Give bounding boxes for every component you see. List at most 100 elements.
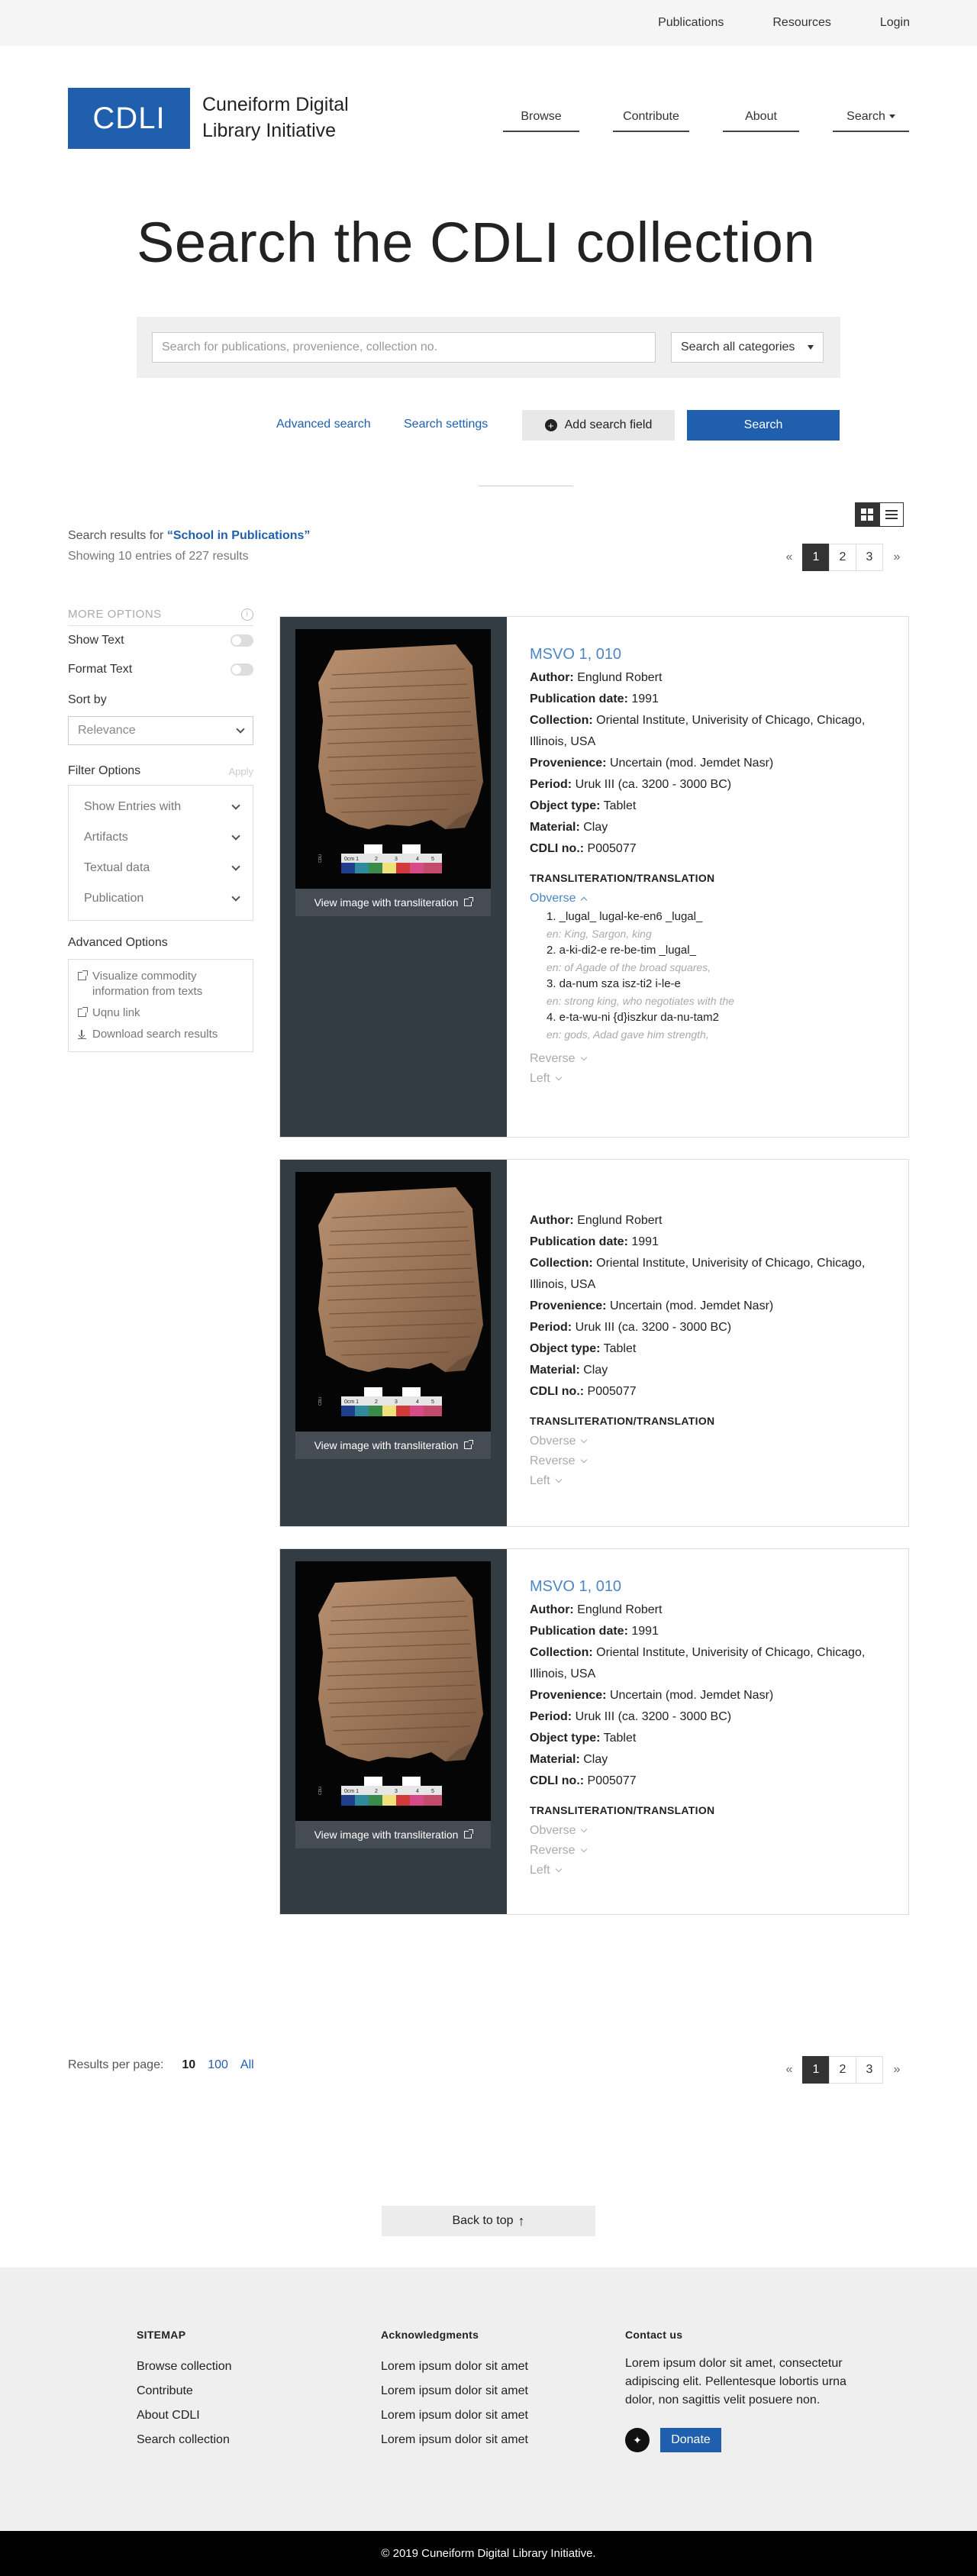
publication-title[interactable] [530,1189,893,1210]
tablet-image[interactable]: 0cm 1 2 3 4 5 CDLI [295,1561,491,1821]
image-panel: 0cm 1 2 3 4 5 CDLI View image with translite… [280,1549,507,1914]
rpp-option-10[interactable]: 10 [182,2058,195,2072]
footer-link[interactable]: Lorem ipsum dolor sit amet [381,2428,528,2452]
view-image-button[interactable]: View image with transliteration [295,1432,491,1459]
footer-link[interactable]: Lorem ipsum dolor sit amet [381,2355,528,2379]
obverse-toggle[interactable]: Obverse [530,1821,893,1841]
footer-link[interactable]: Search collection [137,2428,232,2452]
prev-page-button[interactable]: « [775,544,803,571]
pagination-bottom: « 1 2 3 » [775,2056,911,2084]
donate-button[interactable]: Donate [660,2428,721,2452]
reverse-toggle[interactable]: Reverse [530,1841,893,1861]
meta-label: CDLI no.: [530,1385,585,1398]
page-2-button[interactable]: 2 [829,544,856,571]
download-icon [78,1030,86,1039]
twitter-icon[interactable]: ✦ [625,2428,650,2452]
left-toggle[interactable]: Left [530,1861,893,1880]
obverse-toggle[interactable]: Obverse [530,889,893,909]
back-to-top-button[interactable]: Back to top ↑ [382,2206,595,2236]
info-icon[interactable]: i [241,608,253,621]
rpp-option-all[interactable]: All [240,2058,254,2072]
nav-search[interactable]: Search [833,99,909,132]
footer-heading: Acknowledgments [381,2329,479,2341]
more-options-header: MORE OPTIONS i [68,603,253,626]
chevron-up-icon [581,896,588,904]
meta-label: Period: [530,1710,572,1723]
publication-title[interactable]: MSVO 1, 010 [530,646,893,667]
page-2-button[interactable]: 2 [829,2056,856,2084]
tablet-image[interactable]: 0cm 1 2 3 4 5 CDLI [295,1172,491,1432]
view-image-button[interactable]: View image with transliteration [295,889,491,916]
visualize-commodity-link[interactable]: Visualize commodity information from tex… [69,966,253,1002]
search-input[interactable]: Search for publications, provenience, co… [152,332,656,363]
category-select[interactable]: Search all categories [671,332,824,363]
next-page-button[interactable]: » [883,544,911,571]
top-link-publications[interactable]: Publications [658,16,724,30]
obverse-lines: 1. _lugal_ lugal-ke-en6 _lugal_ en: King… [530,909,893,1043]
tablet-image[interactable]: 0cm 1 2 3 4 5 CDLI [295,629,491,889]
sort-select[interactable]: Relevance [68,716,253,745]
prev-page-button[interactable]: « [775,2056,803,2084]
page-3-button[interactable]: 3 [856,2056,883,2084]
obverse-toggle[interactable]: Obverse [530,1432,893,1451]
next-page-button[interactable]: » [883,2056,911,2084]
filter-publication[interactable]: Publication [69,883,253,914]
show-text-toggle[interactable] [231,634,253,647]
nav-contribute[interactable]: Contribute [613,99,689,132]
footer-link[interactable]: Contribute [137,2379,232,2403]
list-view-button[interactable] [879,502,904,527]
search-actions: Advanced search Search settings + Add se… [0,410,977,441]
grid-view-button[interactable] [855,502,879,527]
meta-provenience: Provenience: Uncertain (mod. Jemdet Nasr… [530,753,893,774]
image-panel: 0cm 1 2 3 4 5 CDLI View image with translite… [280,617,507,1137]
chevron-down-icon [580,1456,587,1464]
nav-browse[interactable]: Browse [503,99,579,132]
rpp-option-100[interactable]: 100 [208,2058,228,2072]
filter-options-header: Filter Options Apply [68,762,253,780]
sort-select-value: Relevance [78,724,136,737]
meta-label: Author: [530,1603,574,1616]
left-toggle[interactable]: Left [530,1069,893,1089]
chevron-down-icon [231,862,240,871]
page-3-button[interactable]: 3 [856,544,883,571]
footer-link[interactable]: Lorem ipsum dolor sit amet [381,2403,528,2428]
more-options-label: MORE OPTIONS [68,608,162,621]
filter-artifacts[interactable]: Artifacts [69,822,253,853]
results-query[interactable]: “School in Publications” [167,529,311,542]
nav-about[interactable]: About [723,99,799,132]
meta-value: Englund Robert [577,1603,663,1616]
meta-value: Clay [583,1364,608,1377]
svg-text:2: 2 [375,1789,378,1794]
format-text-toggle[interactable] [231,663,253,676]
reverse-toggle[interactable]: Reverse [530,1049,893,1069]
footer-link[interactable]: Browse collection [137,2355,232,2379]
footer-link[interactable]: Lorem ipsum dolor sit amet [381,2379,528,2403]
filter-show-entries[interactable]: Show Entries with [69,792,253,822]
search-settings-link[interactable]: Search settings [404,418,488,431]
page-1-button[interactable]: 1 [802,544,830,571]
publication-title[interactable]: MSVO 1, 010 [530,1578,893,1600]
cdli-logo[interactable]: CDLI [68,88,190,149]
page-1-button[interactable]: 1 [802,2056,830,2084]
filter-textual-data[interactable]: Textual data [69,853,253,883]
add-search-field-button[interactable]: + Add search field [522,410,675,441]
chevron-down-icon [231,893,240,902]
show-text-label: Show Text [68,634,124,647]
meta-label: Publication date: [530,692,628,705]
svg-text:0cm 1: 0cm 1 [344,1399,359,1405]
apply-filters-button[interactable]: Apply [228,766,253,777]
back-to-top-label: Back to top [452,2214,514,2227]
svg-text:CDLI: CDLI [318,854,323,863]
footer-link[interactable]: About CDLI [137,2403,232,2428]
left-toggle[interactable]: Left [530,1471,893,1491]
show-text-row: Show Text [68,626,253,655]
download-results-link[interactable]: Download search results [69,1024,253,1045]
reverse-toggle[interactable]: Reverse [530,1451,893,1471]
advanced-search-link[interactable]: Advanced search [276,418,371,431]
uqnu-link[interactable]: Uqnu link [69,1002,253,1024]
view-image-button[interactable]: View image with transliteration [295,1821,491,1848]
top-link-resources[interactable]: Resources [772,16,830,30]
search-button[interactable]: Search [687,410,840,441]
top-link-login[interactable]: Login [880,16,910,30]
meta-value: Uncertain (mod. Jemdet Nasr) [609,1689,774,1702]
